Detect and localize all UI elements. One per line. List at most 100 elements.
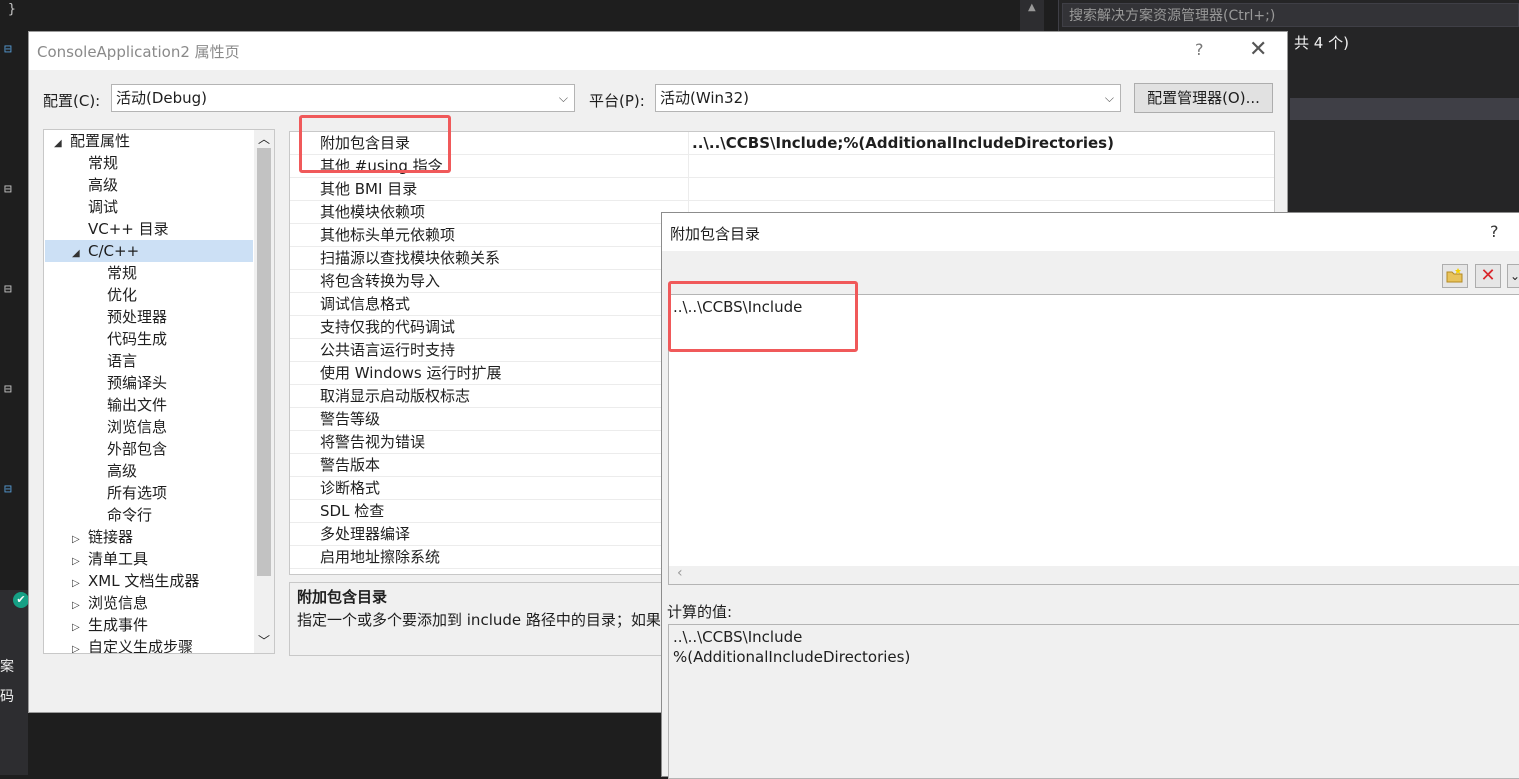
horizontal-scrollbar[interactable]: ‹: [669, 565, 1519, 584]
tree-item[interactable]: 预处理器: [107, 306, 167, 328]
property-name: 多处理器编译: [320, 525, 411, 543]
tree-item[interactable]: ▷ 自定义生成步骤: [72, 636, 194, 654]
code-brace: }: [8, 2, 16, 17]
column-separator: [688, 178, 689, 201]
tree-item-label: 链接器: [88, 528, 134, 546]
tree-item[interactable]: 高级: [88, 174, 118, 196]
collapse-icon[interactable]: ⊟: [4, 382, 12, 397]
dialog-title: ConsoleApplication2 属性页: [37, 43, 240, 61]
column-separator: [688, 155, 689, 178]
tree-item-label: 常规: [88, 154, 119, 172]
tree-item-label: 预编译头: [107, 374, 168, 392]
tree-item[interactable]: 命令行: [107, 504, 152, 526]
tree-item[interactable]: 常规: [88, 152, 118, 174]
scroll-up-icon[interactable]: ▲: [1028, 2, 1036, 13]
collapse-arrow-icon[interactable]: ◢: [72, 243, 82, 265]
dialog-titlebar: 附加包含目录 ?: [662, 213, 1519, 251]
tree-item-label: 输出文件: [107, 396, 168, 414]
tree-item-label: 配置属性: [70, 132, 131, 150]
property-name: 调试信息格式: [320, 295, 411, 313]
property-tree[interactable]: ◢ 配置属性 常规 高级 调试 VC++ 目录 ◢ C/C++ 常规 优化 预处理器 代码生成 语言 预编…: [43, 129, 275, 654]
solution-search-input[interactable]: 搜索解决方案资源管理器(Ctrl+;): [1062, 3, 1519, 27]
tree-item[interactable]: 常规: [107, 262, 137, 284]
property-name: 其他标头单元依赖项: [320, 226, 456, 244]
tree-item[interactable]: 高级: [107, 460, 137, 482]
platform-dropdown[interactable]: 活动(Win32) ⌵: [655, 84, 1121, 112]
tree-item[interactable]: 所有选项: [107, 482, 167, 504]
expand-arrow-icon[interactable]: ▷: [72, 639, 82, 653]
scroll-left-icon[interactable]: ‹: [677, 565, 683, 581]
tree-item[interactable]: ▷ 链接器: [72, 526, 133, 548]
tree-item[interactable]: 浏览信息: [107, 416, 167, 438]
tree-item-label: 所有选项: [107, 484, 168, 502]
tree-item[interactable]: ◢ C/C++: [72, 240, 139, 262]
scroll-up-icon[interactable]: ︿: [258, 130, 270, 147]
property-name: 启用地址擦除系统: [320, 548, 441, 566]
property-name: SDL 检查: [320, 502, 385, 520]
property-name: 警告等级: [320, 410, 381, 428]
tree-item[interactable]: ▷ 清单工具: [72, 548, 148, 570]
tree-item[interactable]: 语言: [107, 350, 137, 372]
description-text: 指定一个或多个要添加到 include 路径中的目录；如果有: [297, 611, 676, 629]
tree-item-label: 常规: [107, 264, 138, 282]
tree-item[interactable]: ▷ XML 文档生成器: [72, 570, 199, 592]
property-value[interactable]: ..\..\CCBS\Include;%(AdditionalIncludeDi…: [692, 132, 1114, 154]
status-ok-icon: ✔: [13, 592, 29, 608]
tree-item-label: 清单工具: [88, 550, 149, 568]
scroll-down-icon[interactable]: ﹀: [258, 632, 270, 649]
property-name: 支持仅我的代码调试: [320, 318, 456, 336]
collapse-icon[interactable]: ⊟: [4, 42, 12, 57]
property-name: 扫描源以查找模块依赖关系: [320, 249, 501, 267]
tree-item[interactable]: 优化: [107, 284, 137, 306]
tree-item[interactable]: ◢ 配置属性: [54, 130, 130, 152]
tree-item[interactable]: ▷ 生成事件: [72, 614, 148, 636]
dialog-titlebar: ConsoleApplication2 属性页 ? ✕: [29, 32, 1287, 70]
panel-label: 码: [0, 689, 14, 705]
collapse-icon[interactable]: ⊟: [4, 482, 12, 497]
config-dropdown[interactable]: 活动(Debug) ⌵: [111, 84, 575, 112]
property-name: 取消显示启动版权标志: [320, 387, 471, 405]
tree-item-label: 自定义生成步骤: [88, 638, 194, 654]
collapse-arrow-icon[interactable]: ◢: [54, 133, 64, 155]
move-down-icon[interactable]: ⌄: [1507, 264, 1519, 288]
tree-scroll-thumb[interactable]: [257, 148, 271, 576]
tree-item[interactable]: 输出文件: [107, 394, 167, 416]
collapse-icon[interactable]: ⊟: [4, 182, 12, 197]
tree-item-label: C/C++: [88, 242, 140, 260]
chevron-down-icon: ⌵: [1104, 91, 1114, 105]
chevron-down-icon: ⌵: [558, 91, 568, 105]
tree-item-label: 外部包含: [107, 440, 168, 458]
property-name: 诊断格式: [320, 479, 381, 497]
config-value: 活动(Debug): [116, 89, 208, 107]
tree-item-label: 代码生成: [107, 330, 168, 348]
tree-item[interactable]: 外部包含: [107, 438, 167, 460]
ide-editor-scrollbar[interactable]: ▲: [1020, 0, 1044, 31]
tree-item[interactable]: 预编译头: [107, 372, 167, 394]
tree-item[interactable]: ▷ 浏览信息: [72, 592, 148, 614]
dialog-title: 附加包含目录: [670, 225, 761, 243]
ide-editor-top: [28, 0, 1058, 31]
highlight-box: [668, 281, 858, 352]
tree-item[interactable]: VC++ 目录: [88, 218, 169, 240]
delete-icon[interactable]: ✕: [1475, 264, 1501, 288]
help-button[interactable]: ?: [1195, 40, 1204, 59]
tree-item-label: 命令行: [107, 506, 153, 524]
new-folder-icon[interactable]: [1442, 264, 1468, 288]
tree-item-label: 预处理器: [107, 308, 168, 326]
collapse-icon[interactable]: ⊟: [4, 282, 12, 297]
solution-selected-row[interactable]: [1290, 98, 1519, 120]
tree-item-label: 调试: [88, 198, 119, 216]
property-name: 使用 Windows 运行时扩展: [320, 364, 502, 382]
tree-item-label: XML 文档生成器: [88, 572, 200, 590]
computed-values-box: ..\..\CCBS\Include %(AdditionalIncludeDi…: [668, 624, 1519, 779]
tree-item[interactable]: 调试: [88, 196, 118, 218]
computed-value-line: ..\..\CCBS\Include: [673, 628, 803, 646]
help-button[interactable]: ?: [1490, 222, 1499, 241]
config-manager-button[interactable]: 配置管理器(O)...: [1134, 83, 1273, 113]
column-separator: [688, 132, 689, 155]
property-row[interactable]: 其他 BMI 目录: [290, 178, 1274, 201]
computed-value-line: %(AdditionalIncludeDirectories): [673, 648, 911, 666]
highlight-box: [299, 115, 451, 173]
close-icon[interactable]: ✕: [1249, 37, 1271, 63]
tree-item[interactable]: 代码生成: [107, 328, 167, 350]
